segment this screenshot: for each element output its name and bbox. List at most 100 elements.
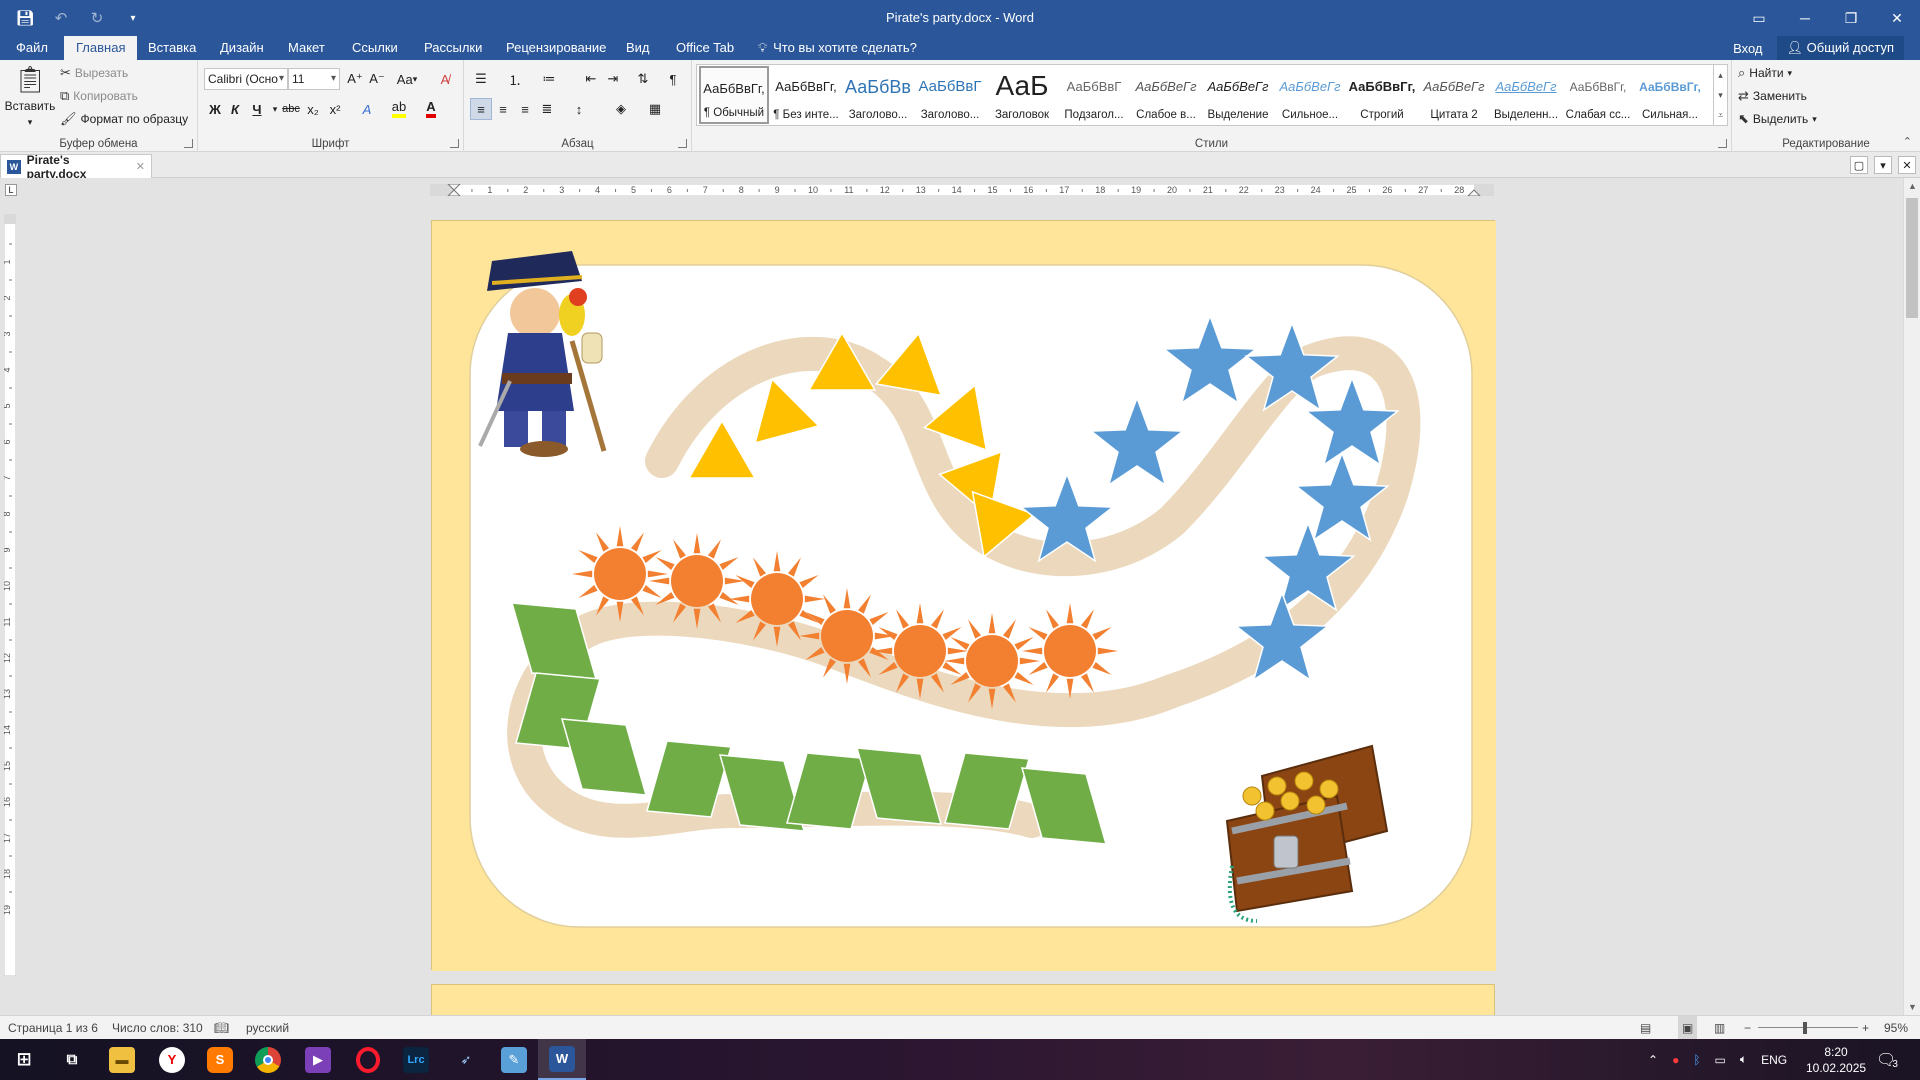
chevron-down-icon[interactable]: ▾ [1714, 85, 1727, 105]
save-icon[interactable]: 💾︎ [12, 5, 38, 31]
font-name-combo[interactable]: Calibri (Осно [204, 68, 288, 90]
multilevel-list-icon[interactable]: ≔ [538, 68, 560, 90]
strikethrough-button[interactable]: abc [280, 98, 302, 120]
vertical-ruler[interactable]: 12345678910111213141516171819 [4, 214, 16, 976]
style-intense-quote[interactable]: АаБбВеГг Выделенн... [1491, 66, 1561, 124]
change-case-button[interactable]: Aa ▾ [392, 68, 422, 90]
style-heading-2[interactable]: АаБбВвГ Заголово... [915, 66, 985, 124]
highlight-icon[interactable]: ab [388, 98, 410, 120]
bold-button[interactable]: Ж [204, 98, 226, 120]
tab-insert[interactable]: Вставка [136, 36, 208, 60]
task-view-icon[interactable]: ⧉ [48, 1039, 96, 1080]
tab-layout[interactable]: Макет [276, 36, 337, 60]
share-button[interactable]: 👤︎ Общий доступ [1776, 36, 1904, 60]
tab-home[interactable]: Главная [64, 36, 138, 60]
vertical-scrollbar[interactable]: ▲ ▼ [1903, 178, 1920, 1015]
sublime-icon[interactable]: S [196, 1039, 244, 1080]
tab-view[interactable]: Вид [614, 36, 662, 60]
align-center-icon[interactable]: ≡ [492, 98, 514, 120]
zoom-in-icon[interactable]: + [1862, 1016, 1869, 1040]
new-tab-icon[interactable]: ▢ [1850, 156, 1868, 174]
horizontal-ruler[interactable]: 1 2 3 4 5 6 7 8 9 10 11 12 13 14 15 16 17 18 19 20 21 22 23 24 2… [430, 184, 1494, 196]
zoom-slider-thumb[interactable] [1803, 1022, 1807, 1034]
volume-icon[interactable]: 🔈︎ [1740, 1052, 1747, 1067]
bullets-icon[interactable]: ☰ [470, 68, 492, 90]
tab-file[interactable]: Файл [4, 36, 60, 60]
notifications-icon[interactable]: 🗨︎ 3 [1876, 1039, 1898, 1080]
tab-review[interactable]: Рецензирование [494, 36, 618, 60]
document-page[interactable] [431, 220, 1496, 971]
windows-start-icon[interactable]: ⊞ [0, 1039, 48, 1080]
styles-launcher[interactable] [1718, 139, 1727, 148]
minimize-icon[interactable]: ─ [1782, 0, 1828, 36]
network-icon[interactable]: ▭ [1715, 1053, 1726, 1067]
app-icon[interactable]: ➶ [442, 1039, 490, 1080]
replace-button[interactable]: ⇄ Заменить [1738, 88, 1807, 104]
undo-icon[interactable]: ↶ [48, 5, 74, 31]
language[interactable]: русский [246, 1016, 289, 1040]
clipboard-launcher[interactable] [184, 139, 193, 148]
zoom-slider[interactable] [1758, 1016, 1858, 1040]
style-intense-reference[interactable]: АаБбВвГг, Сильная... [1635, 66, 1705, 124]
file-explorer-icon[interactable]: ▬ [98, 1039, 146, 1080]
document-page-2[interactable] [431, 984, 1495, 1015]
paragraph-launcher[interactable] [678, 139, 687, 148]
ribbon-display-icon[interactable]: ▭ [1736, 0, 1782, 36]
style-strong[interactable]: АаБбВвГг, Строгий [1347, 66, 1417, 124]
clock[interactable]: 8:20 10.02.2025 [1806, 1039, 1866, 1080]
yandex-browser-icon[interactable]: Y [148, 1039, 196, 1080]
word-icon[interactable]: W [538, 1039, 586, 1080]
proofing-icon[interactable]: 📖︎ [214, 1016, 229, 1040]
opera-icon[interactable] [344, 1039, 392, 1080]
borders-icon[interactable]: ▦ [644, 98, 666, 120]
grow-font-icon[interactable]: A⁺ [344, 68, 366, 90]
style-intense-emphasis[interactable]: АаБбВеГг Сильное... [1275, 66, 1345, 124]
tab-mailings[interactable]: Рассылки [412, 36, 494, 60]
style-normal[interactable]: АаБбВвГг, ¶ Обычный [699, 66, 769, 124]
copy-button[interactable]: ⧉ Копировать [60, 88, 138, 104]
style-subtitle[interactable]: АаБбВвГ Подзагол... [1059, 66, 1129, 124]
paste-button[interactable]: 📋︎ Вставить ▾ [5, 64, 56, 128]
print-layout-icon[interactable]: ▣ [1678, 1016, 1698, 1040]
styles-gallery-scroll[interactable]: ▴ ▾ ⩡ [1714, 64, 1728, 126]
subscript-button[interactable]: x₂ [302, 98, 324, 120]
style-no-spacing[interactable]: АаБбВвГг, ¶ Без инте... [771, 66, 841, 124]
tab-office-tab[interactable]: Office Tab [664, 36, 746, 60]
format-painter-button[interactable]: 🖌︎ Формат по образцу [60, 111, 188, 127]
superscript-button[interactable]: x² [324, 98, 346, 120]
scroll-thumb[interactable] [1906, 198, 1918, 318]
notepad-icon[interactable]: ✎ [490, 1039, 538, 1080]
lightroom-icon[interactable]: Lrc [392, 1039, 440, 1080]
line-spacing-icon[interactable]: ↕ [568, 98, 590, 120]
zoom-level[interactable]: 95% [1884, 1016, 1908, 1040]
select-button[interactable]: ⬉ Выделить ▾ [1738, 111, 1817, 127]
text-effects-icon[interactable]: A [356, 98, 378, 120]
style-quote[interactable]: АаБбВеГг Цитата 2 [1419, 66, 1489, 124]
align-left-icon[interactable]: ≡ [470, 98, 492, 120]
font-launcher[interactable] [450, 139, 459, 148]
more-icon[interactable]: ⩡ [1714, 105, 1727, 125]
find-button[interactable]: ⌕ Найти ▾ [1738, 65, 1792, 81]
sign-in-link[interactable]: Вход [1733, 41, 1762, 56]
cut-button[interactable]: ✂ Вырезать [60, 65, 128, 81]
justify-icon[interactable]: ≣ [536, 98, 558, 120]
tab-design[interactable]: Дизайн [208, 36, 276, 60]
font-size-combo[interactable]: 11 [288, 68, 340, 90]
customize-icon[interactable]: ▾ [120, 5, 146, 31]
read-mode-icon[interactable]: ▤ [1640, 1016, 1651, 1040]
scroll-down-icon[interactable]: ▼ [1904, 999, 1920, 1015]
page-count[interactable]: Страница 1 из 6 [8, 1016, 98, 1040]
collapse-ribbon-icon[interactable]: ⌃ [1903, 135, 1912, 148]
font-color-icon[interactable]: A [420, 98, 442, 120]
increase-indent-icon[interactable]: ⇥ [602, 68, 624, 90]
document-tab[interactable]: W Pirate's party.docx ✕ [0, 153, 152, 181]
style-heading-1[interactable]: АаБбВв Заголово... [843, 66, 913, 124]
zoom-out-icon[interactable]: − [1744, 1016, 1751, 1040]
chrome-icon[interactable] [244, 1039, 292, 1080]
scroll-up-icon[interactable]: ▲ [1904, 178, 1920, 194]
tray-overflow-icon[interactable]: ⌃ [1648, 1053, 1658, 1067]
bluetooth-icon[interactable]: ᛒ [1693, 1053, 1700, 1067]
redo-icon[interactable]: ↻ [84, 5, 110, 31]
italic-button[interactable]: К [224, 98, 246, 120]
shrink-font-icon[interactable]: A⁻ [366, 68, 388, 90]
